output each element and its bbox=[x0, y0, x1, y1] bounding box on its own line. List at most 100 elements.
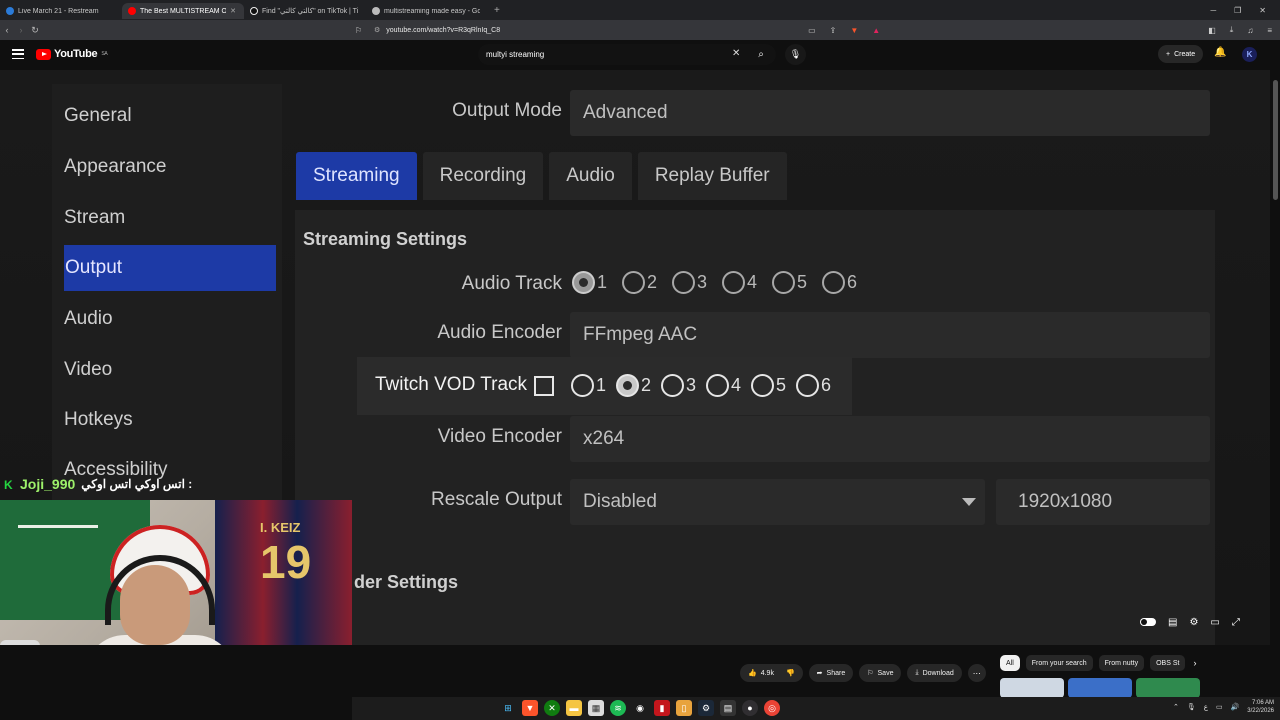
mic-tray-icon[interactable]: 🎙 bbox=[1187, 703, 1196, 711]
chip-from-channel[interactable]: From nutty bbox=[1098, 655, 1145, 671]
radio-label: 1 bbox=[596, 375, 607, 395]
sidebar-icon[interactable]: ◧ bbox=[1208, 26, 1216, 35]
youtube-play-icon bbox=[36, 48, 51, 60]
browser-tab-google[interactable]: multistreaming made easy - Google bbox=[366, 3, 488, 19]
settings-gear-icon[interactable]: ⚙ bbox=[1189, 617, 1198, 628]
obs-icon[interactable]: ● bbox=[742, 700, 758, 716]
like-button[interactable]: 👍 4.9k 👎 bbox=[740, 664, 803, 682]
radio-icon bbox=[822, 271, 845, 294]
epic-games-icon[interactable]: ▤ bbox=[720, 700, 736, 716]
region-code: SA bbox=[101, 51, 108, 57]
window-controls: ─ ❐ ✕ bbox=[1210, 0, 1280, 20]
page-scrollbar[interactable] bbox=[1271, 70, 1280, 697]
reload-icon[interactable]: ↻ bbox=[28, 25, 42, 36]
create-button[interactable]: + Create bbox=[1158, 45, 1204, 63]
downloads-icon[interactable]: ⤓ bbox=[1230, 25, 1234, 35]
chip-obs[interactable]: OBS St bbox=[1150, 655, 1186, 671]
browser-tab-restream[interactable]: Live March 21 - Restream bbox=[0, 3, 122, 19]
close-tab-icon[interactable]: ✕ bbox=[230, 7, 236, 15]
theater-mode-icon[interactable]: ▭ bbox=[1210, 617, 1219, 628]
autoplay-toggle[interactable] bbox=[1140, 618, 1156, 626]
radio-label: 6 bbox=[847, 272, 858, 292]
notifications-bell-icon[interactable]: 🔔 bbox=[1214, 47, 1226, 58]
taskbar-clock[interactable]: 7:06 AM 3/22/2026 bbox=[1247, 699, 1274, 715]
hamburger-menu-icon[interactable] bbox=[12, 49, 24, 59]
more-actions-icon[interactable]: ⋯ bbox=[967, 664, 986, 682]
steam-icon[interactable]: ⚙ bbox=[698, 700, 714, 716]
keyboard-layout-icon[interactable]: ع bbox=[1204, 703, 1208, 711]
obs-output-tabs: Streaming Recording Audio Replay Buffer bbox=[296, 152, 787, 200]
browser-tab-youtube[interactable]: The Best MULTISTREAM OBS ✕ bbox=[122, 3, 244, 19]
network-icon[interactable]: ▭ bbox=[1216, 703, 1223, 711]
msi-icon[interactable]: ▮ bbox=[654, 700, 670, 716]
bookmark-icon[interactable]: ⚐ bbox=[355, 26, 362, 35]
chrome-icon[interactable]: ◎ bbox=[764, 700, 780, 716]
radio-label: 1 bbox=[597, 272, 608, 292]
discord-icon[interactable]: ◉ bbox=[632, 700, 648, 716]
search-input[interactable]: multyi streaming ✕ ⌕ bbox=[478, 44, 776, 65]
brave-shield-icon[interactable]: ▼ bbox=[850, 26, 858, 35]
search-button[interactable]: ⌕ bbox=[746, 44, 776, 65]
download-button[interactable]: ⤓ Download bbox=[907, 664, 962, 682]
video-thumbnail[interactable] bbox=[1000, 678, 1064, 698]
youtube-logo[interactable]: YouTube SA bbox=[36, 48, 108, 60]
kick-logo-icon: K bbox=[4, 478, 13, 492]
xbox-icon[interactable]: ✕ bbox=[544, 700, 560, 716]
forward-icon[interactable]: › bbox=[14, 25, 28, 35]
volume-icon[interactable]: 🔊 bbox=[1231, 703, 1240, 711]
youtube-header: YouTube SA multyi streaming ✕ ⌕ 🎙 + Crea… bbox=[0, 40, 1280, 70]
subtitles-icon[interactable]: ▤ bbox=[1168, 617, 1177, 628]
restore-icon[interactable]: ❐ bbox=[1234, 6, 1241, 15]
new-tab-icon[interactable]: + bbox=[488, 5, 506, 16]
chip-all[interactable]: All bbox=[1000, 655, 1020, 671]
download-icon: ⤓ bbox=[915, 669, 919, 676]
fullscreen-icon[interactable]: ⤢ bbox=[1232, 617, 1240, 628]
chip-from-search[interactable]: From your search bbox=[1025, 655, 1093, 671]
windows-taskbar: ⊞ ▼ ✕ ▬ ▦ ≋ ◉ ▮ ▯ ⚙ ▤ ● ◎ ⌃ 🎙 ع ▭ 🔊 7:06… bbox=[352, 697, 1280, 720]
thumbs-down-icon[interactable]: 👎 bbox=[786, 669, 795, 677]
bookmark-icon: ⚐ bbox=[867, 670, 874, 677]
menu-icon[interactable]: ≡ bbox=[1267, 26, 1272, 35]
brave-browser-icon[interactable]: ▼ bbox=[522, 700, 538, 716]
radio-label: 4 bbox=[747, 272, 758, 292]
avatar[interactable]: K bbox=[1242, 47, 1257, 62]
restream-favicon-icon bbox=[6, 7, 14, 15]
share-page-icon[interactable]: ⇪ bbox=[830, 26, 837, 35]
streamer-image bbox=[85, 525, 235, 645]
browser-tab-tiktok[interactable]: Find "كالتي كالتي" on TikTok | TikTok bbox=[244, 3, 366, 19]
save-button[interactable]: ⚐ Save bbox=[859, 664, 902, 682]
close-window-icon[interactable]: ✕ bbox=[1259, 6, 1266, 15]
clear-search-icon[interactable]: ✕ bbox=[732, 48, 740, 59]
radio-icon bbox=[661, 374, 684, 397]
obs-tab-replay-buffer: Replay Buffer bbox=[637, 152, 787, 200]
chevron-right-icon[interactable]: › bbox=[1193, 655, 1196, 671]
site-info-icon[interactable]: ⚙ bbox=[374, 26, 380, 34]
cast-icon[interactable]: ▭ bbox=[808, 26, 816, 35]
video-player[interactable]: General Appearance Stream Output Audio V… bbox=[0, 70, 1270, 645]
brave-rewards-icon[interactable]: ▲ bbox=[872, 26, 880, 35]
tray-overflow-icon[interactable]: ⌃ bbox=[1173, 703, 1179, 711]
clock-date: 3/22/2026 bbox=[1247, 708, 1274, 714]
google-favicon-icon bbox=[372, 7, 380, 15]
playlist-icon[interactable]: ♫ bbox=[1247, 26, 1253, 35]
scrollbar-thumb[interactable] bbox=[1273, 80, 1278, 200]
minimize-icon[interactable]: ─ bbox=[1210, 6, 1216, 15]
back-icon[interactable]: ‹ bbox=[0, 25, 14, 35]
obs-tab-audio: Audio bbox=[549, 152, 632, 200]
video-thumbnail[interactable] bbox=[1136, 678, 1200, 698]
radio-icon bbox=[672, 271, 695, 294]
obs-tab-recording: Recording bbox=[422, 152, 544, 200]
windows-start-icon[interactable]: ⊞ bbox=[500, 700, 516, 716]
share-label: Share bbox=[826, 669, 846, 677]
spotify-icon[interactable]: ≋ bbox=[610, 700, 626, 716]
radio-label: 4 bbox=[731, 375, 742, 395]
share-button[interactable]: ➦ Share bbox=[808, 664, 854, 682]
video-thumbnail[interactable] bbox=[1068, 678, 1132, 698]
radio-icon bbox=[622, 271, 645, 294]
notes-icon[interactable]: ▯ bbox=[676, 700, 692, 716]
file-explorer-icon[interactable]: ▬ bbox=[566, 700, 582, 716]
tiktok-favicon-icon bbox=[250, 7, 258, 15]
radio-label: 5 bbox=[776, 375, 787, 395]
voice-search-icon[interactable]: 🎙 bbox=[785, 44, 806, 65]
store-icon[interactable]: ▦ bbox=[588, 700, 604, 716]
